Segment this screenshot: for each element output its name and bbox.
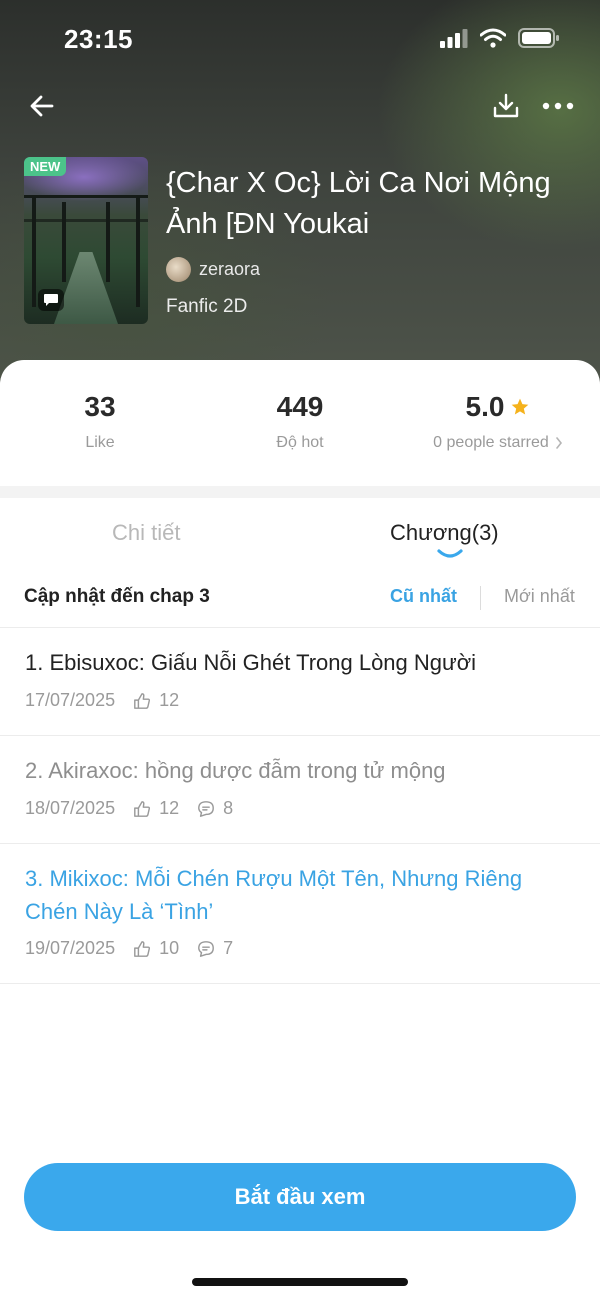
chapter-like-count: 12	[159, 690, 180, 710]
status-time: 23:15	[64, 24, 133, 54]
chapter-date: 19/07/2025	[25, 938, 116, 958]
author-info[interactable]: zeraora	[166, 257, 260, 282]
download-button[interactable]	[488, 88, 524, 124]
chapter-like-count: 10	[159, 938, 180, 958]
tab-chapters[interactable]: Chương(3)	[390, 518, 499, 548]
avatar	[166, 257, 191, 282]
active-tab-indicator	[437, 549, 463, 558]
story-header: 23:15 NEW {Char X Oc} Lời Ca Nơi Mộng Ản…	[0, 0, 600, 400]
chapter-item[interactable]: 3. Mikixoc: Mỗi Chén Rượu Một Tên, Nhưng…	[0, 844, 600, 984]
more-options-button[interactable]	[538, 88, 578, 124]
sort-oldest-button[interactable]: Cũ nhất	[390, 586, 457, 607]
back-button[interactable]	[24, 88, 60, 124]
rating-stat[interactable]: 5.0 0 people starred	[398, 390, 598, 452]
story-title: {Char X Oc} Lời Ca Nơi Mộng Ảnh [ĐN Youk…	[166, 167, 551, 240]
chapter-comment-count: 8	[223, 798, 234, 818]
hot-stat: 449 Độ hot	[200, 390, 400, 452]
battery-icon	[518, 28, 559, 48]
story-content: 33 Like 449 Độ hot 5.0 0 people starred …	[0, 360, 600, 1299]
tab-details[interactable]: Chi tiết	[112, 518, 180, 548]
section-divider	[0, 486, 600, 498]
back-arrow-icon	[30, 95, 54, 117]
author-name: zeraora	[199, 259, 261, 279]
comment-icon	[198, 940, 215, 957]
story-genre: Fanfic 2D	[166, 296, 248, 317]
likes-count: 33	[84, 391, 116, 422]
new-badge: NEW	[24, 157, 67, 176]
thumbs-up-icon	[134, 800, 151, 817]
comment-icon	[198, 800, 215, 817]
stats-row: 33 Like 449 Độ hot 5.0 0 people starred	[0, 360, 600, 486]
hot-label: Độ hot	[276, 434, 324, 451]
chapter-sort-bar: Cập nhật đến chap 3 Cũ nhất Mới nhất	[0, 578, 600, 628]
likes-label: Like	[85, 434, 115, 451]
chapter-meta: 17/07/2025 12	[25, 690, 179, 711]
update-status: Cập nhật đến chap 3	[24, 586, 210, 607]
chapter-meta: 18/07/2025 12 8	[25, 798, 233, 819]
chapter-comment-count: 7	[223, 938, 234, 958]
likes-stat: 33 Like	[0, 390, 200, 452]
story-cover[interactable]: NEW	[24, 157, 148, 324]
start-reading-button[interactable]: Bắt đầu xem	[24, 1163, 576, 1231]
chapter-title: 3. Mikixoc: Mỗi Chén Rượu Một Tên, Nhưng…	[25, 866, 523, 924]
home-indicator	[192, 1278, 408, 1286]
status-icons	[440, 28, 560, 48]
cover-comment-badge	[38, 289, 64, 311]
chapter-like-count: 12	[159, 798, 180, 818]
star-icon	[512, 398, 529, 415]
rating-count-label: 0 people starred	[433, 434, 549, 451]
chapter-title: 1. Ebisuxoc: Giấu Nỗi Ghét Trong Lòng Ng…	[25, 650, 477, 675]
wifi-icon	[480, 28, 506, 48]
thumbs-up-icon	[134, 940, 151, 957]
chevron-right-icon	[556, 437, 562, 449]
chapter-date: 17/07/2025	[25, 690, 116, 710]
chapter-meta: 19/07/2025 10 7	[25, 938, 233, 959]
thumbs-up-icon	[134, 692, 151, 709]
sort-newest-button[interactable]: Mới nhất	[504, 586, 575, 607]
comment-bubble-icon	[44, 294, 58, 306]
more-dots-icon	[542, 102, 574, 110]
sort-separator	[480, 586, 481, 610]
chapter-date: 18/07/2025	[25, 798, 116, 818]
chapter-title: 2. Akiraxoc: hồng dược đẫm trong tử mộng	[25, 758, 446, 783]
rating-value: 5.0	[465, 391, 505, 422]
hot-count: 449	[276, 391, 324, 422]
signal-icon	[440, 29, 468, 48]
status-bar: 23:15	[0, 0, 600, 80]
chapter-item[interactable]: 2. Akiraxoc: hồng dược đẫm trong tử mộng…	[0, 736, 600, 844]
download-icon	[493, 93, 519, 118]
chapter-item[interactable]: 1. Ebisuxoc: Giấu Nỗi Ghét Trong Lòng Ng…	[0, 628, 600, 736]
